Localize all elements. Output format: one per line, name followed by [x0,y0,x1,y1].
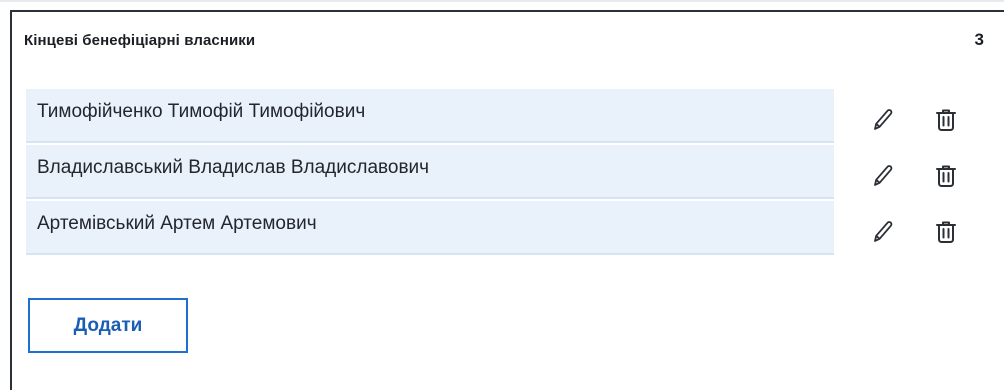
beneficiary-list: Тимофійченко Тимофій Тимофійович Владисл… [26,89,966,257]
delete-button[interactable] [931,215,961,249]
edit-button[interactable] [868,159,898,193]
edit-button[interactable] [868,215,898,249]
card-header: Кінцеві бенефіціарні власники 3 [24,30,984,54]
trash-icon [936,165,956,187]
beneficiary-row[interactable]: Тимофійченко Тимофій Тимофійович [26,89,834,143]
beneficiary-name: Артемівський Артем Артемович [37,213,317,234]
trash-icon [936,221,956,243]
add-beneficiary-button[interactable]: Додати [28,298,188,353]
page: Кінцеві бенефіціарні власники 3 Тимофійч… [0,0,1004,390]
section-title: Кінцеві бенефіціарні власники [24,32,256,49]
trash-icon [936,109,956,131]
delete-button[interactable] [931,159,961,193]
beneficiary-count: 3 [974,30,984,49]
row-actions [868,159,968,195]
row-actions [868,215,968,251]
row-actions [868,103,968,139]
list-item: Владиславський Владислав Владиславович [26,145,966,201]
list-item: Тимофійченко Тимофій Тимофійович [26,89,966,145]
beneficiary-row[interactable]: Артемівський Артем Артемович [26,201,834,255]
edit-button[interactable] [868,103,898,137]
pencil-icon [874,221,893,242]
beneficiary-name: Владиславський Владислав Владиславович [37,157,430,178]
pencil-icon [874,165,893,186]
delete-button[interactable] [931,103,961,137]
beneficiary-name: Тимофійченко Тимофій Тимофійович [37,101,366,122]
pencil-icon [874,109,893,130]
beneficiary-row[interactable]: Владиславський Владислав Владиславович [26,145,834,199]
top-divider [0,0,1004,2]
list-item: Артемівський Артем Артемович [26,201,966,257]
